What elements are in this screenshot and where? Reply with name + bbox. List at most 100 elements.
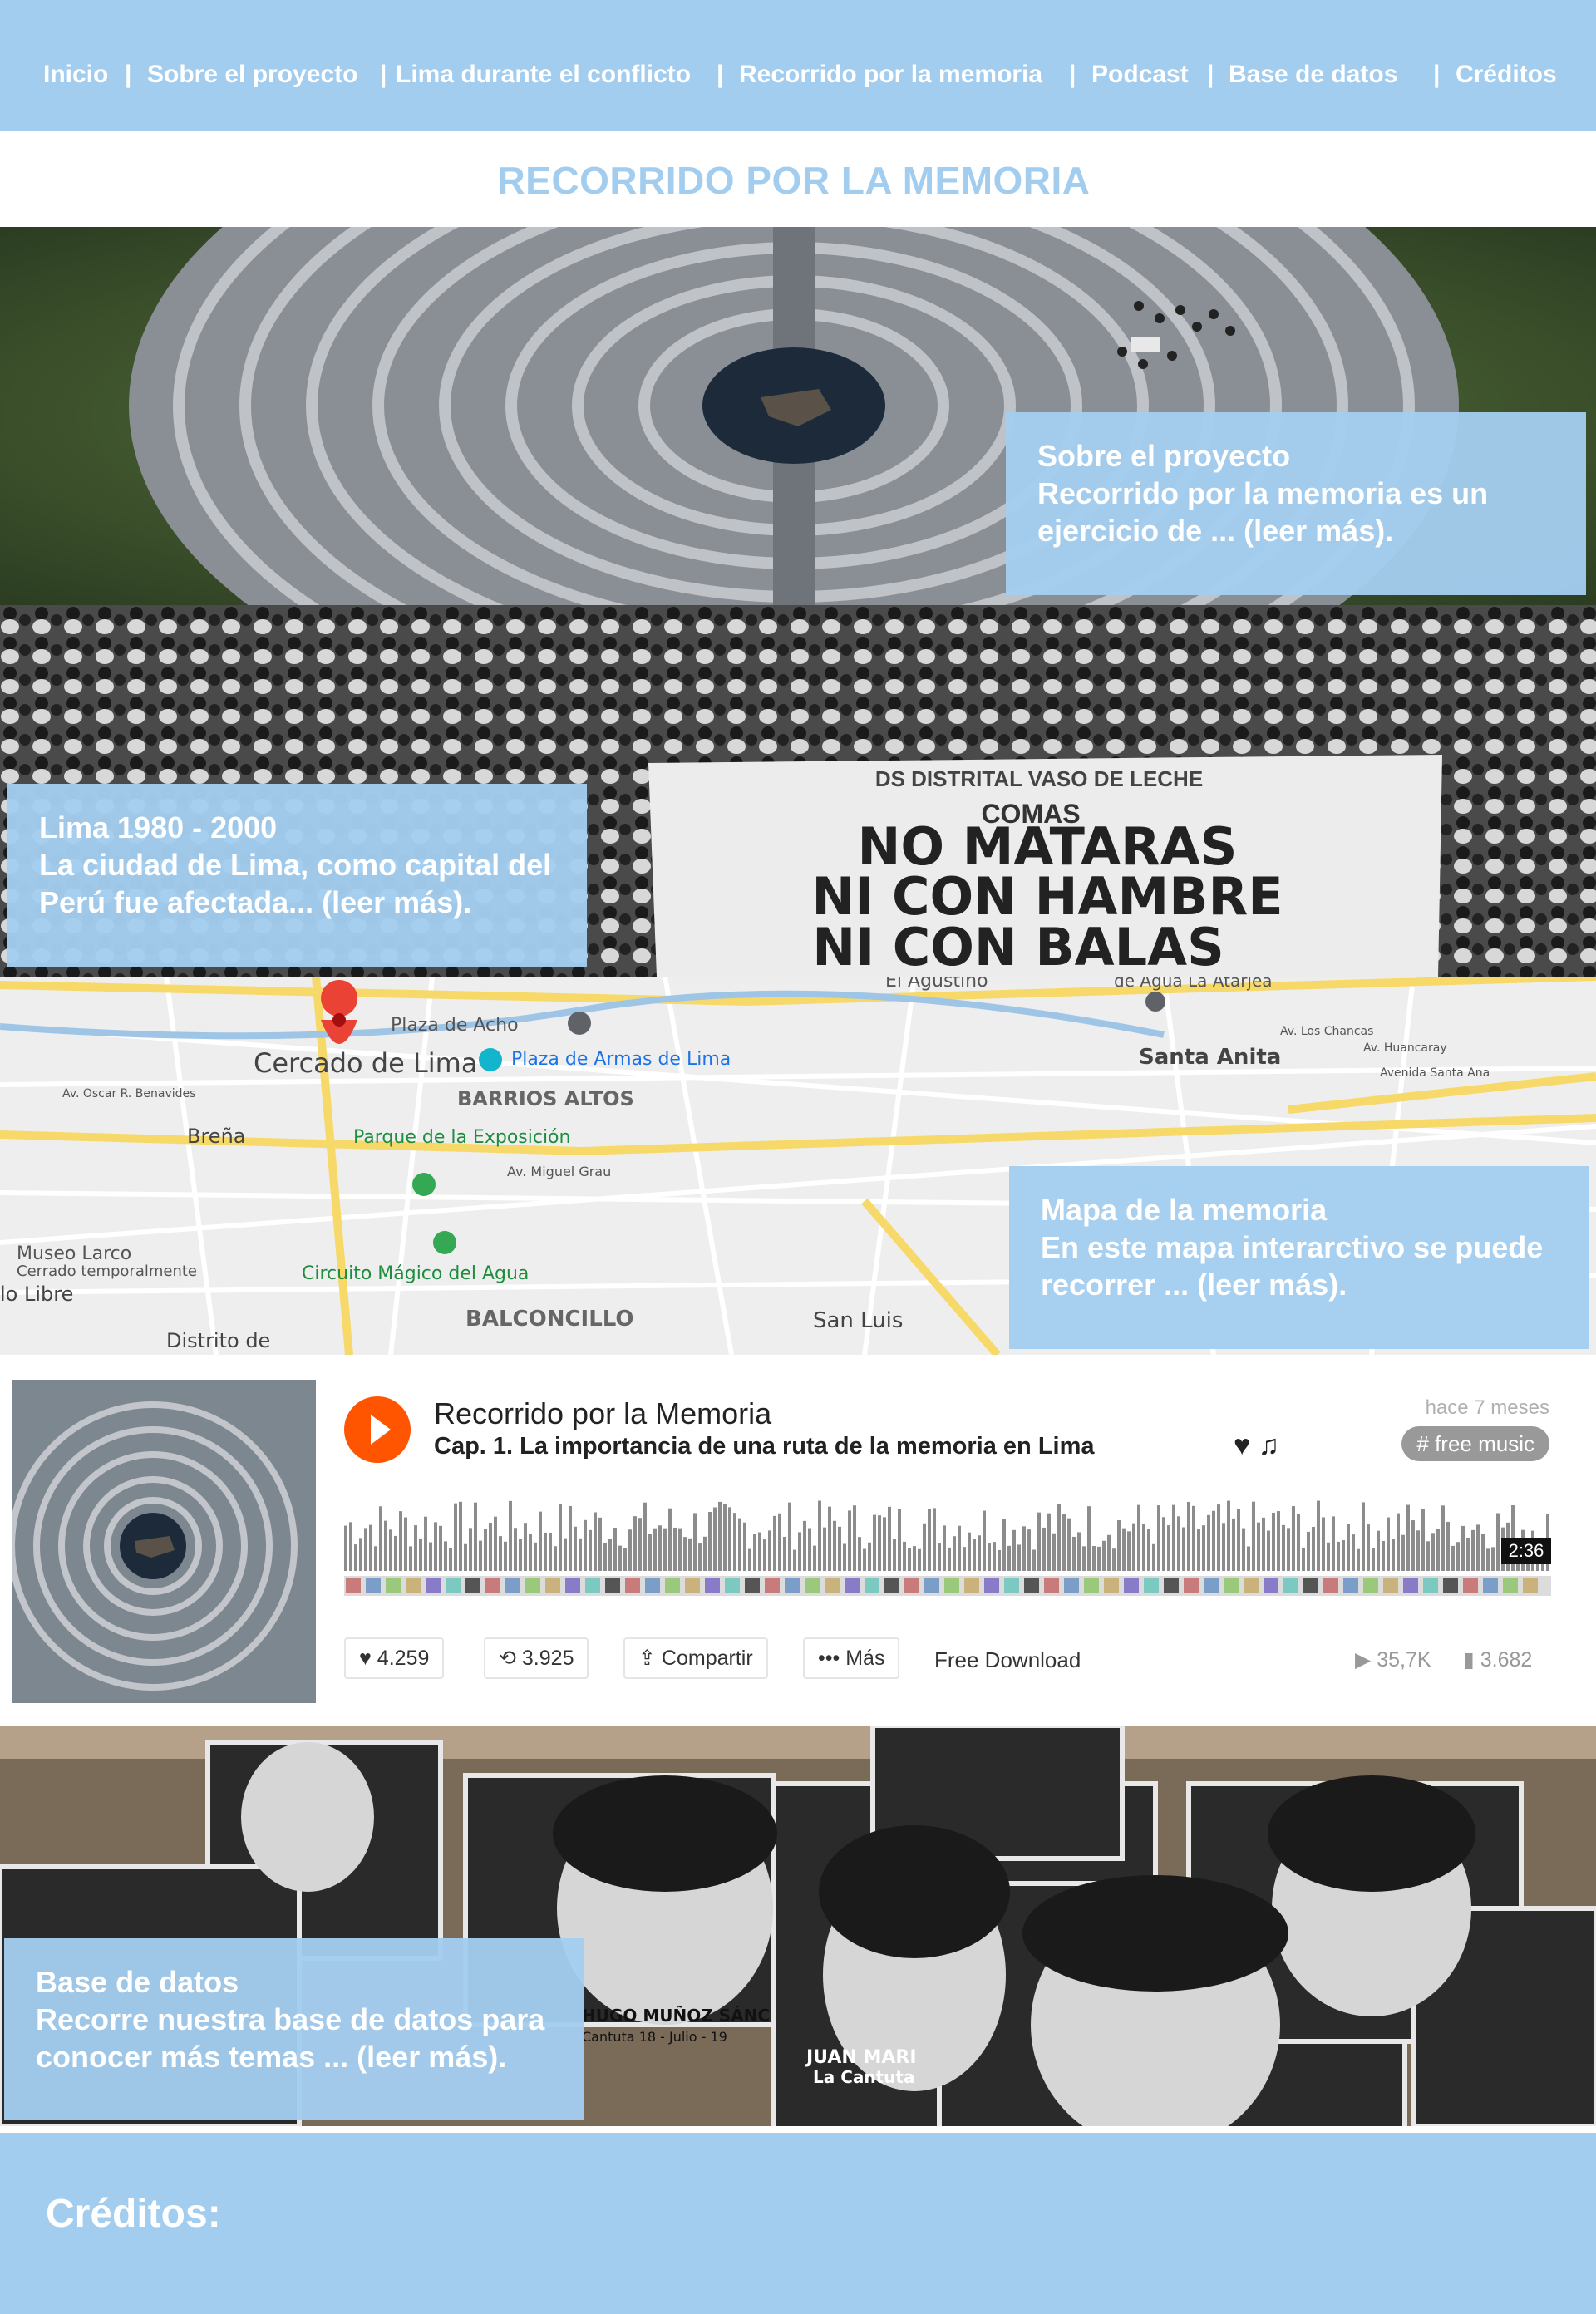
waveform-bar [579,1538,582,1571]
waveform-bar [1456,1542,1460,1571]
nav-sobre-el-proyecto[interactable]: Sobre el proyecto [147,61,357,89]
commenter-avatar[interactable] [785,1578,800,1593]
nav-recorrido[interactable]: Recorrido por la memoria [739,61,1042,89]
place-pin-icon[interactable] [1145,992,1165,1012]
like-button[interactable]: ♥ 4.259 [344,1637,445,1679]
commenter-avatar[interactable] [864,1578,879,1593]
commenter-avatar[interactable] [1224,1578,1239,1593]
waveform-bar [1247,1546,1250,1571]
commenter-avatar[interactable] [1483,1578,1498,1593]
commenter-avatar[interactable] [585,1578,600,1593]
commenter-avatar[interactable] [1383,1578,1398,1593]
commenter-avatar[interactable] [625,1578,640,1593]
project-info-card[interactable]: Sobre el proyecto Recorrido por la memor… [1006,412,1586,595]
place-pin-icon[interactable] [568,1012,591,1035]
commenter-avatar[interactable] [884,1578,899,1593]
waveform-bar [414,1525,417,1571]
free-download-link[interactable]: Free Download [934,1647,1081,1673]
commenter-avatar[interactable] [1204,1578,1219,1593]
commenter-avatar[interactable] [1084,1578,1099,1593]
lima-info-card[interactable]: Lima 1980 - 2000 La ciudad de Lima, como… [7,784,587,967]
more-button[interactable]: ••• Más [803,1637,900,1679]
commenter-avatar[interactable] [1124,1578,1139,1593]
commenter-avatar[interactable] [904,1578,919,1593]
commenter-avatar[interactable] [565,1578,580,1593]
repost-count: 3.925 [521,1647,574,1670]
commenter-avatar[interactable] [1144,1578,1159,1593]
commenter-avatar[interactable] [765,1578,780,1593]
waveform-bar [1401,1534,1405,1571]
commenter-avatar[interactable] [1523,1578,1538,1593]
commenter-avatar[interactable] [645,1578,660,1593]
commenter-avatar[interactable] [1423,1578,1438,1593]
commenter-avatar[interactable] [944,1578,959,1593]
place-pin-icon[interactable] [479,1048,502,1071]
nav-lima-conflicto[interactable]: Lima durante el conflicto [396,61,691,89]
commenter-avatar[interactable] [964,1578,979,1593]
commenter-avatar[interactable] [745,1578,760,1593]
track-artist[interactable]: Recorrido por la Memoria [434,1396,771,1431]
commenter-avatar[interactable] [485,1578,500,1593]
commenter-avatar[interactable] [1264,1578,1278,1593]
commenter-avatar[interactable] [825,1578,840,1593]
commenter-avatar[interactable] [1303,1578,1318,1593]
nav-podcast[interactable]: Podcast [1091,61,1189,89]
park-pin-icon[interactable] [412,1173,436,1196]
nav-creditos[interactable]: Créditos [1456,61,1557,89]
commenter-avatar[interactable] [1503,1578,1518,1593]
waveform-bar [643,1502,647,1571]
commenter-avatar[interactable] [1463,1578,1478,1593]
commenter-avatar[interactable] [525,1578,540,1593]
commenter-avatar[interactable] [1064,1578,1079,1593]
track-artwork[interactable] [12,1380,316,1703]
commenter-avatar[interactable] [845,1578,860,1593]
commenter-avatar[interactable] [725,1578,740,1593]
waveform-bar [1382,1540,1385,1571]
waveform-bar [409,1546,412,1571]
commenter-avatar[interactable] [505,1578,520,1593]
play-button[interactable] [344,1396,411,1463]
commenter-avatar[interactable] [665,1578,680,1593]
commenter-avatar[interactable] [1104,1578,1119,1593]
commenter-avatar[interactable] [685,1578,700,1593]
waveform-bar [1287,1528,1290,1571]
commenter-avatar[interactable] [1244,1578,1259,1593]
commenter-avatar[interactable] [386,1578,401,1593]
commenter-avatar[interactable] [984,1578,999,1593]
commenter-avatar[interactable] [426,1578,441,1593]
database-info-card[interactable]: Base de datos Recorre nuestra base de da… [4,1938,584,2120]
waveform-bar [1451,1545,1455,1571]
repost-button[interactable]: ⟲ 3.925 [484,1637,589,1679]
commenter-avatar[interactable] [446,1578,461,1593]
commenter-avatar[interactable] [924,1578,939,1593]
commenter-avatar[interactable] [1184,1578,1199,1593]
commenter-avatar[interactable] [1443,1578,1458,1593]
commenter-avatar[interactable] [605,1578,620,1593]
commenter-avatar[interactable] [1044,1578,1059,1593]
commenter-avatar[interactable] [346,1578,361,1593]
park-pin-icon[interactable] [433,1231,456,1254]
commenter-avatar[interactable] [705,1578,720,1593]
commenter-avatar[interactable] [1403,1578,1418,1593]
commenter-avatar[interactable] [466,1578,480,1593]
commenter-avatar[interactable] [1343,1578,1358,1593]
commenter-avatar[interactable] [406,1578,421,1593]
commenter-avatar[interactable] [545,1578,560,1593]
commenter-avatar[interactable] [1363,1578,1378,1593]
share-button[interactable]: ⇪ Compartir [623,1637,768,1679]
nav-inicio[interactable]: Inicio [43,61,108,89]
waveform-bar [544,1532,547,1571]
commenter-avatar[interactable] [805,1578,820,1593]
commenter-avatar[interactable] [1323,1578,1338,1593]
waveform-bar [1441,1505,1445,1571]
commenter-avatar[interactable] [1283,1578,1298,1593]
nav-base-de-datos[interactable]: Base de datos [1229,61,1397,89]
commenter-avatar[interactable] [1024,1578,1039,1593]
commenter-avatar[interactable] [1164,1578,1179,1593]
tag-free-music[interactable]: # free music [1401,1426,1549,1461]
commenter-avatar[interactable] [366,1578,381,1593]
track-title[interactable]: Cap. 1. La importancia de una ruta de la… [434,1433,1095,1460]
map-info-card[interactable]: Mapa de la memoria En este mapa interarc… [1009,1166,1589,1349]
waveform[interactable] [344,1488,1551,1596]
commenter-avatar[interactable] [1004,1578,1019,1593]
